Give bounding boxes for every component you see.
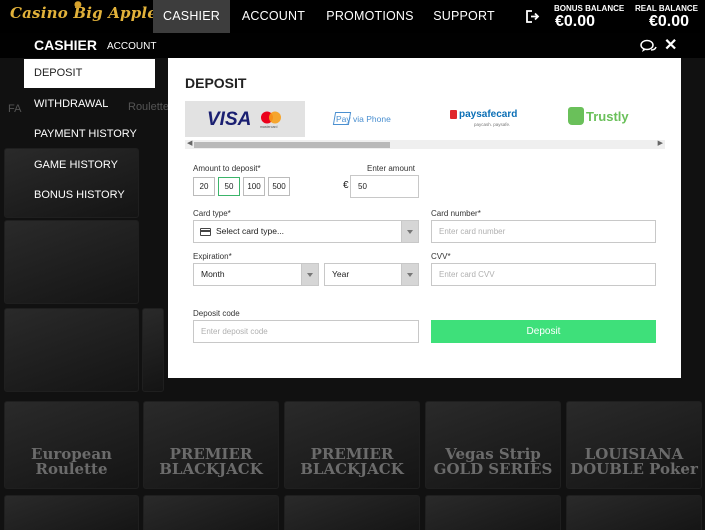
cashier-subheader: CASHIER ACCOUNT ✕ — [0, 33, 705, 58]
trustly-lock-icon — [568, 107, 584, 125]
game-title: European Roulette — [31, 444, 112, 479]
bonus-balance-value: €0.00 — [555, 13, 596, 30]
nav-cashier[interactable]: CASHIER — [153, 0, 230, 33]
sidebar-item-payment-history[interactable]: PAYMENT HISTORY — [24, 120, 155, 149]
account-link[interactable]: ACCOUNT — [107, 41, 156, 52]
card-type-value: Select card type... — [216, 226, 285, 236]
sidebar-item-game-history[interactable]: GAME HISTORY — [24, 151, 155, 180]
game-tile[interactable] — [142, 308, 164, 392]
chevron-down-icon — [401, 221, 418, 242]
paysafecard-sub: paycash. paysafe. — [474, 122, 511, 127]
game-tile[interactable] — [4, 220, 139, 304]
game-tile[interactable] — [425, 495, 561, 530]
game-title: PREMIER BLACKJACK — [159, 444, 263, 479]
sidebar-item-deposit[interactable]: DEPOSIT — [24, 59, 155, 88]
card-type-select[interactable]: Select card type... — [193, 220, 419, 243]
real-balance-label: REAL BALANCE — [635, 4, 698, 13]
cvv-input[interactable] — [431, 263, 656, 286]
game-title: Vegas Strip GOLD SERIES — [433, 444, 553, 479]
game-title: LOUISIANA DOUBLE Poker — [570, 444, 698, 479]
scroll-right-icon[interactable]: ▶ — [658, 139, 663, 147]
sidebar-item-bonus-history[interactable]: BONUS HISTORY — [24, 181, 155, 210]
month-value: Month — [201, 269, 225, 279]
amount-input[interactable] — [350, 175, 419, 198]
amount-option-50[interactable]: 50 — [218, 177, 240, 196]
page-title: CASHIER — [34, 37, 98, 53]
game-tile[interactable]: LOUISIANA DOUBLE Poker — [566, 401, 702, 489]
top-bar: Casino Big Apple ● CASHIER ACCOUNT PROMO… — [0, 0, 705, 33]
game-tile[interactable] — [284, 495, 420, 530]
enter-amount-label: Enter amount — [367, 164, 416, 173]
real-balance-value: €0.00 — [649, 13, 690, 30]
game-title: PREMIER BLACKJACK — [300, 444, 404, 479]
deposit-button[interactable]: Deposit — [431, 320, 656, 343]
deposit-code-input[interactable] — [193, 320, 419, 343]
nav-account[interactable]: ACCOUNT — [236, 0, 311, 33]
payment-method-paysafecard[interactable]: paysafecard paycash. paysafe. — [434, 101, 554, 137]
chevron-down-icon — [401, 264, 418, 285]
mastercard-label: mastercard — [260, 125, 278, 129]
bonus-balance-label: BONUS BALANCE — [554, 4, 625, 13]
logout-icon[interactable] — [526, 10, 540, 23]
expiration-year-select[interactable]: Year — [324, 263, 419, 286]
logo-text: Casino Big Apple — [10, 4, 158, 22]
payviaphone-logo: Pay via Phone — [336, 114, 391, 124]
card-number-label: Card number* — [431, 209, 481, 218]
panel-title: DEPOSIT — [185, 75, 247, 91]
chevron-down-icon — [301, 264, 318, 285]
scroll-thumb[interactable] — [194, 142, 390, 148]
scroll-left-icon[interactable]: ◀ — [187, 139, 192, 147]
bg-text: FA — [8, 103, 22, 115]
lock-icon — [450, 110, 457, 119]
game-tile[interactable] — [143, 495, 279, 530]
amount-label: Amount to deposit* — [193, 164, 261, 173]
deposit-panel: DEPOSIT VISA mastercard Pay via Phone pa… — [168, 58, 681, 378]
year-value: Year — [332, 269, 350, 279]
nav-promotions[interactable]: PROMOTIONS — [322, 0, 418, 33]
cvv-label: CVV* — [431, 252, 451, 261]
game-tile[interactable]: Vegas Strip GOLD SERIES — [425, 401, 561, 489]
visa-logo: VISA — [207, 109, 252, 130]
game-tile[interactable] — [4, 495, 139, 530]
deposit-code-label: Deposit code — [193, 309, 240, 318]
game-tile[interactable]: PREMIER BLACKJACK — [143, 401, 279, 489]
card-type-label: Card type* — [193, 209, 231, 218]
amount-option-100[interactable]: 100 — [243, 177, 265, 196]
trustly-logo: Trustly — [586, 109, 629, 124]
game-tile[interactable] — [566, 495, 702, 530]
close-icon[interactable]: ✕ — [664, 38, 677, 54]
game-tile[interactable]: European Roulette — [4, 401, 139, 489]
payment-methods-scrollbar[interactable]: ◀ ▶ — [185, 140, 665, 149]
expiration-month-select[interactable]: Month — [193, 263, 319, 286]
credit-card-icon — [200, 228, 211, 236]
payment-method-visa[interactable]: VISA mastercard — [185, 101, 305, 137]
nav-support[interactable]: SUPPORT — [428, 0, 500, 33]
apple-icon: ● — [74, 0, 83, 10]
game-tile[interactable]: PREMIER BLACKJACK — [284, 401, 420, 489]
expiration-label: Expiration* — [193, 252, 232, 261]
payment-method-trustly[interactable]: Trustly — [557, 101, 677, 137]
chat-icon[interactable] — [640, 39, 658, 53]
casino-logo[interactable]: Casino Big Apple ● — [10, 0, 158, 22]
paysafecard-logo: paysafecard — [459, 109, 518, 120]
amount-option-500[interactable]: 500 — [268, 177, 290, 196]
game-tile[interactable] — [4, 308, 139, 392]
amount-option-20[interactable]: 20 — [193, 177, 215, 196]
currency-symbol: € — [343, 180, 349, 191]
sidebar-item-withdrawal[interactable]: WITHDRAWAL — [24, 90, 155, 119]
payment-method-payviaphone[interactable]: Pay via Phone — [316, 101, 436, 137]
card-number-input[interactable] — [431, 220, 656, 243]
